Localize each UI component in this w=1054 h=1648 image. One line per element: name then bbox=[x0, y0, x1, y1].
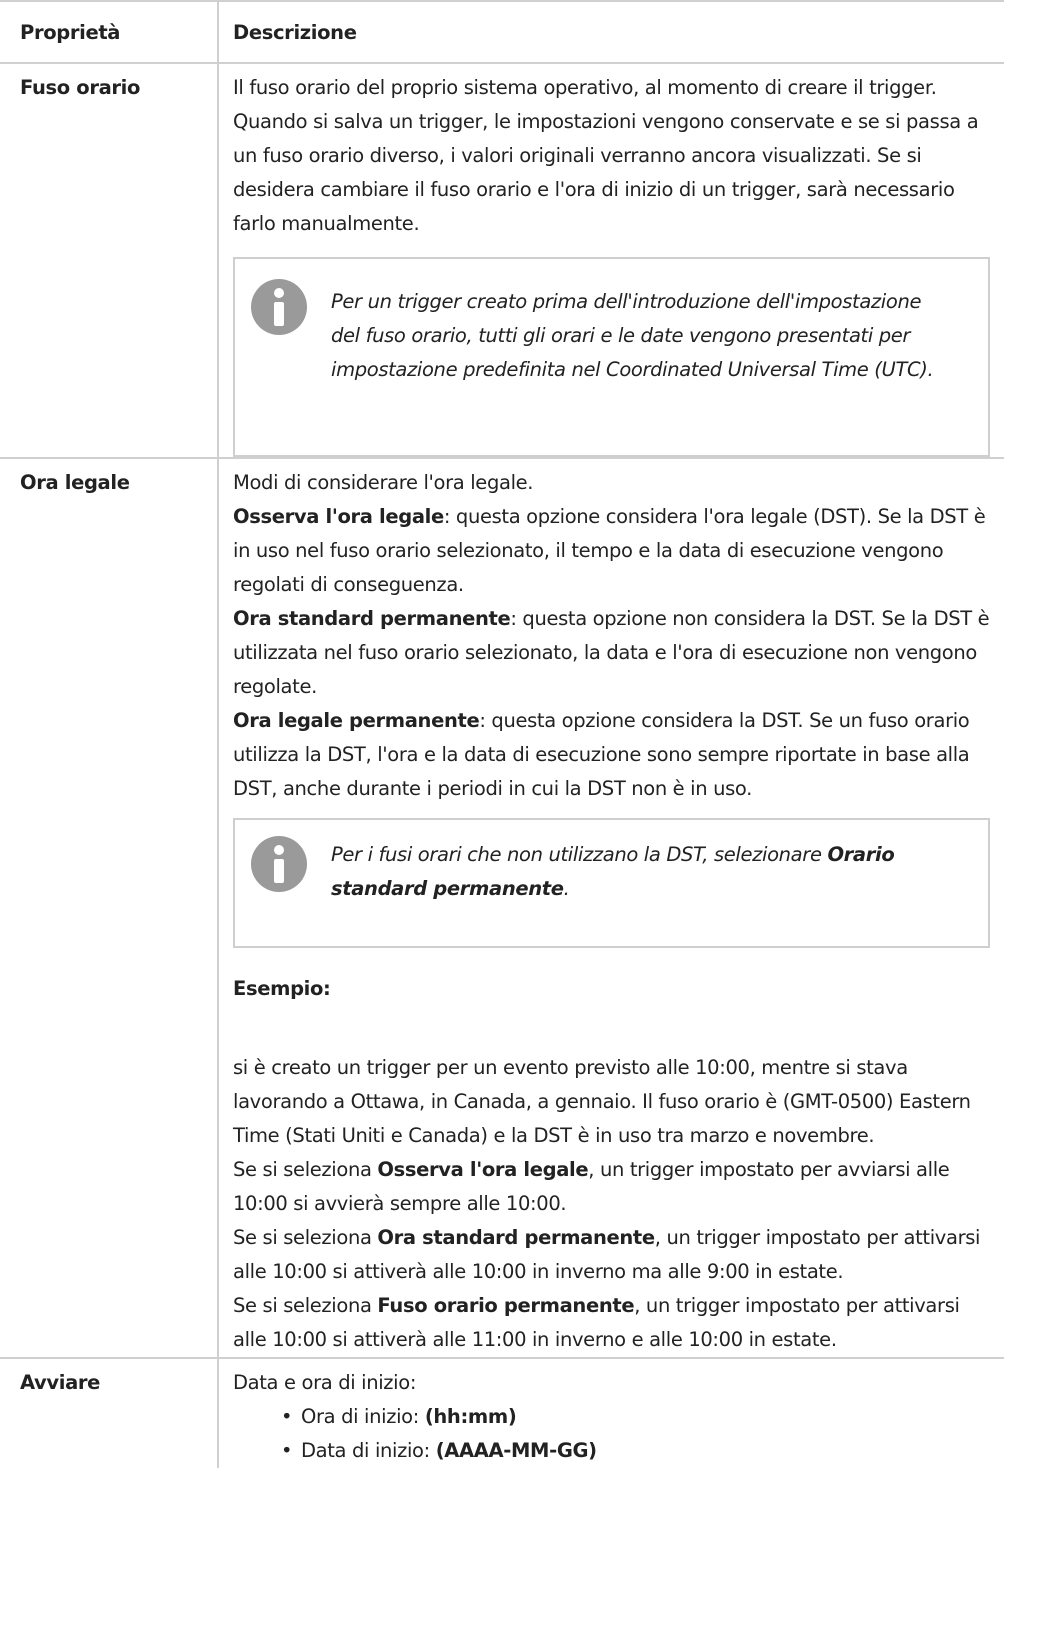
list-item: • Data di inizio: (AAAA-MM-GG) bbox=[281, 1434, 990, 1468]
note-text: Per i fusi orari che non utilizzano la D… bbox=[331, 820, 948, 906]
example-intro: si è creato un trigger per un evento pre… bbox=[233, 1056, 971, 1147]
table-row: Fuso orario Il fuso orario del proprio s… bbox=[0, 63, 1004, 459]
bullet-icon: • bbox=[281, 1439, 293, 1462]
example-line: Se si seleziona Osserva l'ora legale, un… bbox=[233, 1153, 990, 1221]
example-line: Se si seleziona Fuso orario permanente, … bbox=[233, 1289, 990, 1357]
note-box: Per un trigger creato prima dell'introdu… bbox=[233, 257, 990, 457]
list-item: • Ora di inizio: (hh:mm) bbox=[281, 1400, 990, 1434]
property-description: Modi di considerare l'ora legale. Osserv… bbox=[217, 458, 1004, 1359]
table-header-row: Proprietà Descrizione bbox=[0, 0, 1004, 64]
option-permanent-dst: Ora legale permanente: questa opzione co… bbox=[233, 704, 990, 806]
description-intro: Modi di considerare l'ora legale. bbox=[233, 471, 534, 494]
example-bold: Ora standard permanente bbox=[377, 1226, 655, 1249]
description-text: Il fuso orario del proprio sistema opera… bbox=[233, 76, 979, 235]
table-row: Ora legale Modi di considerare l'ora leg… bbox=[0, 458, 1004, 1359]
list-item-value: (hh:mm) bbox=[424, 1405, 517, 1428]
property-name: Avviare bbox=[20, 1371, 101, 1394]
example-bold: Fuso orario permanente bbox=[377, 1294, 635, 1317]
description-intro: Data e ora di inizio: bbox=[233, 1371, 417, 1394]
example-text: Se si seleziona bbox=[233, 1294, 378, 1317]
example-text: Se si seleziona bbox=[233, 1226, 378, 1249]
info-icon bbox=[251, 279, 307, 335]
option-label: Ora legale permanente bbox=[233, 709, 480, 732]
list-item-label: Data di inizio: bbox=[301, 1439, 436, 1462]
note-text: Per un trigger creato prima dell'introdu… bbox=[331, 290, 934, 381]
option-label: Osserva l'ora legale bbox=[233, 505, 444, 528]
column-header-property: Proprietà bbox=[0, 0, 218, 64]
property-description: Data e ora di inizio: • Ora di inizio: (h… bbox=[217, 1358, 1004, 1468]
bullet-list: • Ora di inizio: (hh:mm) • Data di inizio:… bbox=[233, 1400, 990, 1468]
table-row: Avviare Data e ora di inizio: • Ora di in… bbox=[0, 1358, 1004, 1468]
property-name: Fuso orario bbox=[0, 63, 218, 459]
property-description: Il fuso orario del proprio sistema opera… bbox=[217, 63, 1004, 459]
example-text: Se si seleziona bbox=[233, 1158, 378, 1181]
column-header-description: Descrizione bbox=[217, 0, 1004, 64]
note-text-start: Per i fusi orari che non utilizzano la D… bbox=[331, 843, 828, 866]
example-heading: Esempio: bbox=[233, 977, 331, 1000]
bullet-icon: • bbox=[281, 1405, 293, 1428]
property-name: Ora legale bbox=[0, 458, 218, 1359]
example-line: Se si seleziona Ora standard permanente,… bbox=[233, 1221, 990, 1289]
example-bold: Osserva l'ora legale bbox=[377, 1158, 589, 1181]
option-label: Ora standard permanente bbox=[233, 607, 511, 630]
properties-table: Proprietà Descrizione Fuso orario Il fus… bbox=[0, 0, 1004, 1468]
note-text-end: . bbox=[563, 877, 570, 900]
option-permanent-standard: Ora standard permanente: questa opzione … bbox=[233, 602, 990, 704]
list-item-value: (AAAA-MM-GG) bbox=[435, 1439, 597, 1462]
list-item-label: Ora di inizio: bbox=[301, 1405, 425, 1428]
note-box: Per i fusi orari che non utilizzano la D… bbox=[233, 818, 990, 948]
info-icon bbox=[251, 836, 307, 892]
option-observe-dst: Osserva l'ora legale: questa opzione con… bbox=[233, 500, 990, 602]
